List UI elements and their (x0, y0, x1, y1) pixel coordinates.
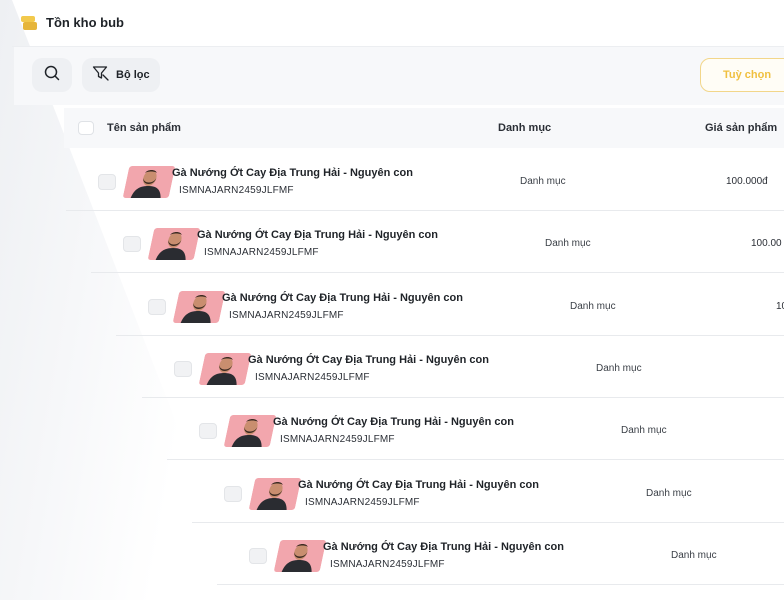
table-row[interactable]: Gà Nướng Ớt Cay Địa Trung Hải - Nguyên c… (0, 460, 784, 522)
product-sku: ISMNAJARN2459JLFMF (179, 185, 294, 196)
column-header-name[interactable]: Tên sản phẩm (107, 122, 181, 134)
search-icon (43, 64, 61, 87)
product-name: Gà Nướng Ớt Cay Địa Trung Hải - Nguyên c… (323, 541, 564, 553)
row-checkbox[interactable] (249, 548, 267, 564)
table-row[interactable]: Gà Nướng Ớt Cay Địa Trung Hải - Nguyên c… (0, 210, 784, 272)
product-category: Danh mục (520, 176, 566, 187)
product-name: Gà Nướng Ớt Cay Địa Trung Hải - Nguyên c… (298, 479, 539, 491)
product-thumbnail (172, 291, 226, 323)
row-checkbox[interactable] (123, 236, 141, 252)
table-row[interactable]: Gà Nướng Ớt Cay Địa Trung Hải - Nguyên c… (0, 273, 784, 335)
column-header-category[interactable]: Danh mục (498, 122, 551, 134)
product-name: Gà Nướng Ớt Cay Địa Trung Hải - Nguyên c… (197, 229, 438, 241)
table-row[interactable]: Gà Nướng Ớt Cay Địa Trung Hải - Nguyên c… (0, 522, 784, 584)
table-row[interactable]: Gà Nướng Ớt Cay Địa Trung Hải - Nguyên c… (0, 148, 784, 210)
product-category: Danh mục (596, 363, 642, 374)
product-name: Gà Nướng Ớt Cay Địa Trung Hải - Nguyên c… (248, 354, 489, 366)
row-checkbox[interactable] (199, 423, 217, 439)
product-name: Gà Nướng Ớt Cay Địa Trung Hải - Nguyên c… (172, 167, 413, 179)
product-sku: ISMNAJARN2459JLFMF (305, 497, 420, 508)
row-checkbox[interactable] (148, 299, 166, 315)
product-category: Danh mục (545, 238, 591, 249)
product-sku: ISMNAJARN2459JLFMF (229, 310, 344, 321)
product-thumbnail (122, 166, 176, 198)
options-label: Tuỳ chọn (723, 69, 772, 81)
product-name: Gà Nướng Ớt Cay Địa Trung Hải - Nguyên c… (222, 292, 463, 304)
app-header: Tồn kho bub (0, 0, 784, 46)
product-category: Danh mục (671, 550, 717, 561)
box-icon (20, 14, 38, 32)
product-thumbnail (223, 415, 277, 447)
filter-label: Bộ lọc (116, 69, 150, 81)
product-category: Danh mục (646, 488, 692, 499)
product-sku: ISMNAJARN2459JLFMF (330, 559, 445, 570)
select-all-checkbox[interactable] (78, 121, 94, 135)
row-checkbox[interactable] (224, 486, 242, 502)
product-thumbnail (273, 540, 327, 572)
row-checkbox[interactable] (174, 361, 192, 377)
search-button[interactable] (32, 58, 72, 92)
product-name: Gà Nướng Ớt Cay Địa Trung Hải - Nguyên c… (273, 416, 514, 428)
product-category: Danh mục (621, 425, 667, 436)
row-checkbox[interactable] (98, 174, 116, 190)
product-sku: ISMNAJARN2459JLFMF (255, 372, 370, 383)
column-header-price[interactable]: Giá sản phẩm (705, 122, 777, 134)
filter-button[interactable]: Bộ lọc (82, 58, 160, 92)
product-category: Danh mục (570, 301, 616, 312)
product-thumbnail (147, 228, 201, 260)
table-row[interactable]: Gà Nướng Ớt Cay Địa Trung Hải - Nguyên c… (0, 335, 784, 397)
table-row[interactable]: Gà Nướng Ớt Cay Địa Trung Hải - Nguyên c… (0, 397, 784, 459)
product-sku: ISMNAJARN2459JLFMF (280, 434, 395, 445)
product-price: 10 (776, 301, 784, 312)
filter-icon (92, 65, 110, 86)
product-price: 100.00 (751, 238, 782, 249)
product-thumbnail (198, 353, 252, 385)
options-button[interactable]: Tuỳ chọn (700, 58, 784, 92)
product-sku: ISMNAJARN2459JLFMF (204, 247, 319, 258)
row-divider (217, 584, 784, 585)
product-price: 100.000đ (726, 176, 768, 187)
page-title: Tồn kho bub (46, 15, 124, 30)
product-thumbnail (248, 478, 302, 510)
